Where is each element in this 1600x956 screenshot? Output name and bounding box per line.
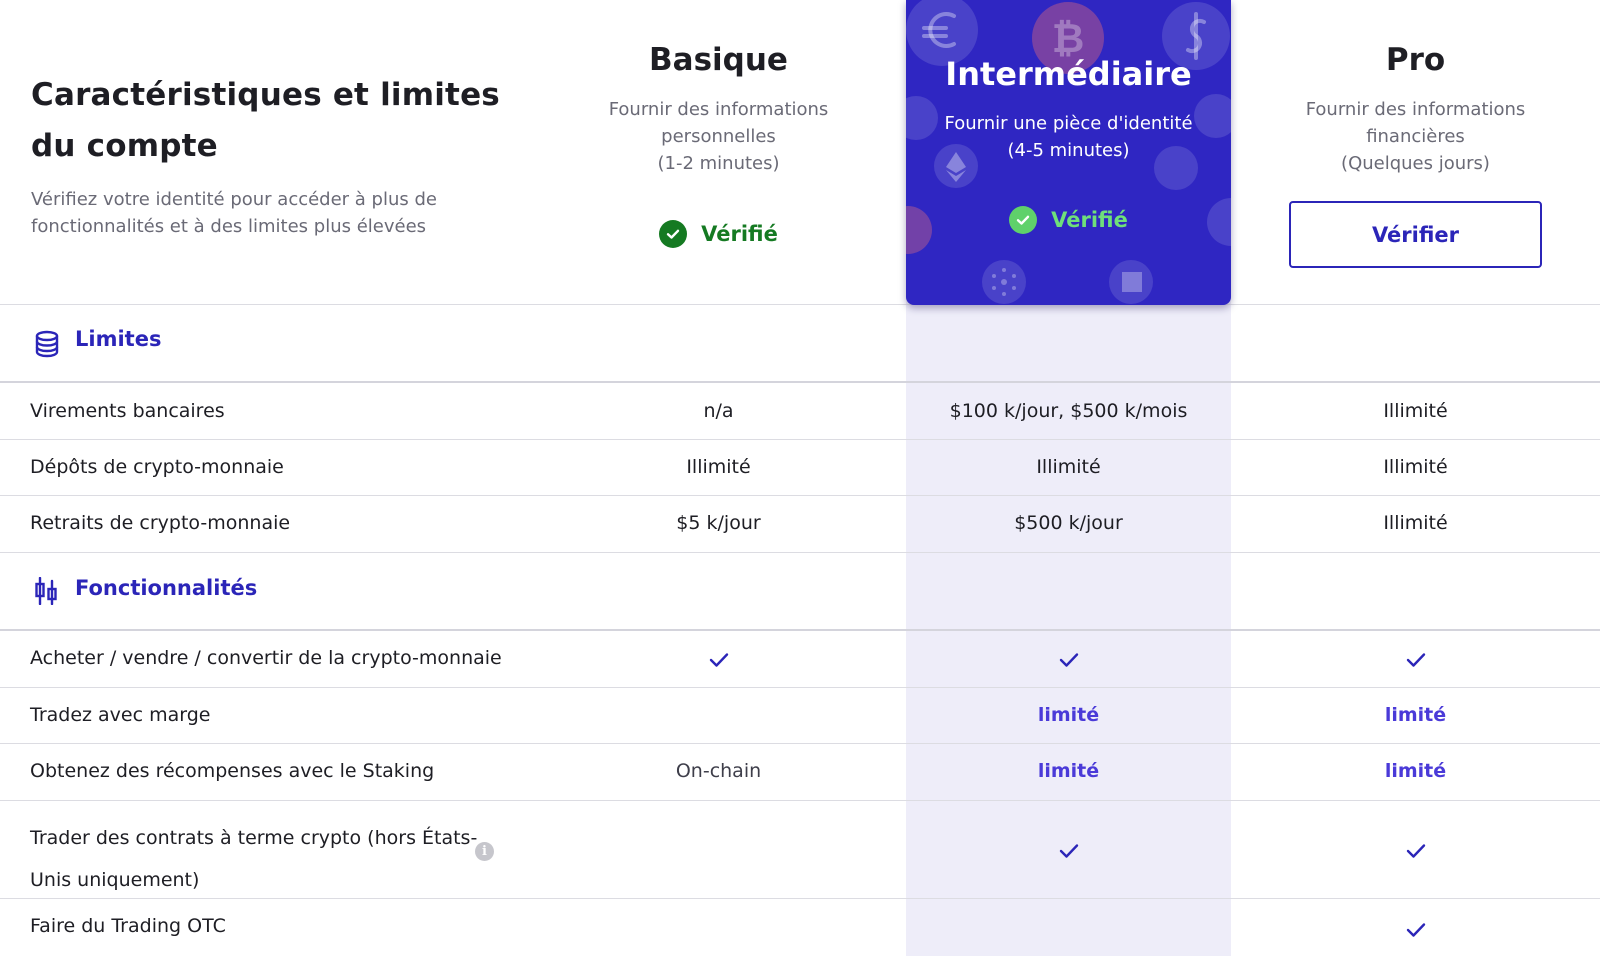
table-row: Dépôts de crypto-monnaie Illimité Illimi… <box>0 440 1600 496</box>
tier-intermediate-description: Fournir une pièce d'identité (4-5 minute… <box>924 110 1214 164</box>
row-label-line: Trader des contrats à terme crypto (hors… <box>30 827 478 849</box>
table-row: Obtenez des récompenses avec le Staking … <box>0 744 1600 801</box>
tier-basic-desc-line: personnelles <box>661 126 776 147</box>
check-circle-icon <box>659 220 688 248</box>
tier-basic-description: Fournir des informations personnelles (1… <box>589 96 849 177</box>
tier-basic-desc-line: Fournir des informations <box>608 99 829 120</box>
check-icon <box>906 651 1231 673</box>
section-limits-title: Limites <box>75 327 162 351</box>
row-label: Obtenez des récompenses avec le Staking <box>30 760 435 782</box>
tier-intermediate-verified-badge: Vérifié <box>906 206 1231 234</box>
cell-basic: n/a <box>703 400 734 422</box>
cell-intermediate: limité <box>1037 760 1100 782</box>
row-label: Trader des contrats à terme crypto (hors… <box>30 817 477 901</box>
section-limits: Limites <box>0 305 1600 383</box>
cell-intermediate: limité <box>1037 704 1100 726</box>
verified-label: Vérifié <box>1051 208 1128 232</box>
table-row: Retraits de crypto-monnaie $5 k/jour $50… <box>0 496 1600 553</box>
page-title: Caractéristiques et limites du compte <box>31 77 500 164</box>
check-icon <box>1253 651 1578 673</box>
cell-pro: Illimité <box>1383 456 1448 478</box>
verify-button[interactable]: Vérifier <box>1289 201 1542 268</box>
tier-basic-name: Basique <box>649 42 788 78</box>
tier-intermediate: ₿ Intermédiaire Fournir une pièce d'iden… <box>906 0 1231 305</box>
tier-pro-name: Pro <box>1385 42 1446 78</box>
page-subtitle: Vérifiez votre identité pour accéder à p… <box>31 189 437 237</box>
cell-basic: On-chain <box>675 760 762 782</box>
tier-basic-desc-line: (1-2 minutes) <box>657 153 780 174</box>
info-icon[interactable]: i <box>475 842 494 861</box>
verified-label: Vérifié <box>701 222 778 246</box>
row-label: Tradez avec marge <box>30 704 211 726</box>
tier-basic: Basique Fournir des informations personn… <box>556 0 881 305</box>
tier-pro-desc-line: Fournir des informations <box>1305 99 1526 120</box>
row-label-line: Unis uniquement) <box>30 869 200 891</box>
cell-pro: limité <box>1384 704 1447 726</box>
tier-intermediate-name: Intermédiaire <box>945 55 1192 93</box>
check-icon <box>556 651 881 673</box>
table-row: Acheter / vendre / convertir de la crypt… <box>0 631 1600 688</box>
cell-pro: limité <box>1384 760 1447 782</box>
tier-intermediate-desc-line: Fournir une pièce d'identité <box>944 113 1193 134</box>
check-icon <box>1253 842 1578 864</box>
cell-pro: Illimité <box>1383 400 1448 422</box>
row-label: Retraits de crypto-monnaie <box>30 512 291 534</box>
row-label: Acheter / vendre / convertir de la crypt… <box>30 647 502 669</box>
check-icon <box>906 842 1231 864</box>
check-circle-icon <box>1009 206 1038 234</box>
tier-intermediate-desc-line: (4-5 minutes) <box>1007 140 1130 161</box>
cell-basic: $5 k/jour <box>676 512 761 534</box>
section-features: Fonctionnalités <box>0 553 1600 631</box>
tier-pro-desc-line: financières <box>1366 126 1465 147</box>
section-features-title: Fonctionnalités <box>75 576 258 600</box>
table-row: Tradez avec marge limité limité <box>0 688 1600 744</box>
table-row: Virements bancaires n/a $100 k/jour, $50… <box>0 383 1600 440</box>
check-icon <box>1253 921 1578 943</box>
tier-pro-description: Fournir des informations financières (Qu… <box>1286 96 1546 177</box>
row-label: Faire du Trading OTC <box>30 915 226 937</box>
cell-intermediate: $100 k/jour, $500 k/mois <box>949 400 1188 422</box>
row-label: Virements bancaires <box>30 400 225 422</box>
cell-pro: Illimité <box>1383 512 1448 534</box>
coin-stack-icon <box>34 330 60 362</box>
comparison-header: Caractéristiques et limites du compte Vé… <box>0 0 1600 305</box>
cell-intermediate: $500 k/jour <box>1014 512 1123 534</box>
candlestick-chart-icon <box>34 576 58 609</box>
row-label: Dépôts de crypto-monnaie <box>30 456 284 478</box>
tier-pro: Pro Fournir des informations financières… <box>1253 0 1578 305</box>
table-row: Faire du Trading OTC <box>0 899 1600 956</box>
cell-basic: Illimité <box>686 456 751 478</box>
table-row: Trader des contrats à terme crypto (hors… <box>0 801 1600 899</box>
tier-basic-verified-badge: Vérifié <box>556 220 881 248</box>
tier-pro-desc-line: (Quelques jours) <box>1341 153 1490 174</box>
intro: Caractéristiques et limites du compte Vé… <box>31 70 511 240</box>
cell-intermediate: Illimité <box>1036 456 1101 478</box>
